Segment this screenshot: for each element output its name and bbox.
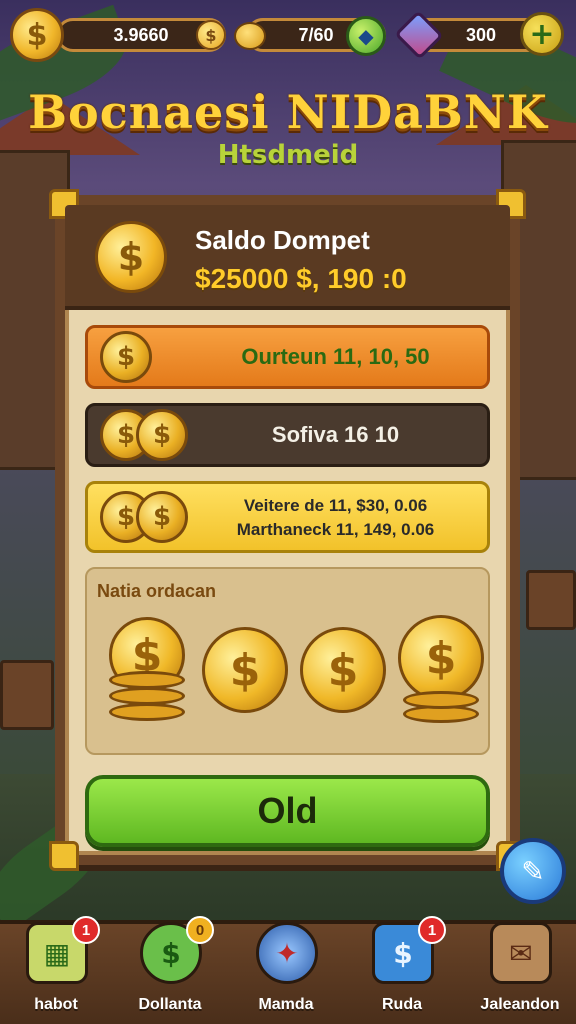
crate (526, 570, 576, 630)
coin-icon: $ (202, 627, 288, 713)
nav-glyph: ▦ (43, 936, 71, 970)
notification-badge: 1 (72, 916, 100, 944)
balance-row-orange[interactable]: $ Ourteun 11, 10, 50 (85, 325, 490, 389)
coin-option-stack[interactable]: $ (101, 615, 193, 725)
wallet-header: $ Saldo Dompet $25000 $, 190 :0 (65, 205, 510, 310)
coins-value: 3.9660 (113, 24, 169, 45)
plus-icon: + (529, 16, 555, 52)
nav-label: Ruda (382, 996, 422, 1013)
row-line-2: Marthaneck 11, 149, 0.06 (236, 520, 435, 539)
ok-button[interactable]: Old (85, 775, 490, 847)
gem-green-icon[interactable]: ◆ (346, 16, 386, 56)
nav-label: habot (34, 996, 78, 1013)
wallet-coin-icon: $ (95, 221, 167, 293)
coin-icon: $ (100, 331, 152, 383)
coin-icon: $ (136, 491, 188, 543)
nav-glyph: ✉ (509, 936, 533, 970)
envelope-icon: ✉ (490, 922, 552, 984)
coin-stack-layer (109, 687, 185, 705)
add-currency-button[interactable]: + (520, 12, 564, 56)
dollar-coin-icon: $ (10, 8, 64, 62)
coin-option-single[interactable]: $ (297, 615, 389, 725)
coin-symbol: $ (117, 235, 145, 279)
feather-icon: ✦ (256, 922, 318, 984)
resource-bar: 3.9660 $ $ 7/60 ◆ 300 + (6, 6, 570, 62)
coin-stack-layer (403, 691, 479, 709)
balance-row-yellow[interactable]: $ $ Veitere de 11, $30, 0.06 Marthaneck … (85, 481, 490, 553)
game-subtitle: Htsdmeid (217, 140, 359, 170)
wallet-label: Saldo Dompet (195, 225, 370, 255)
nav-label: Mamda (258, 996, 314, 1013)
wallet-panel: $ Saldo Dompet $25000 $, 190 :0 $ Ourteu… (49, 189, 526, 871)
wallet-amount: $25000 $, 190 :0 (195, 263, 407, 294)
gold-pile-icon (234, 22, 266, 50)
bottom-nav: ▦ 1 habot $ 0 Dollanta ✦ Mamda $ 1 Ruda … (0, 916, 576, 1024)
balance-row-dark[interactable]: $ $ Sofiva 16 10 (85, 403, 490, 467)
coin-icon: $ (136, 409, 188, 461)
coin-options-section: Natia ordacan $ $ $ $ (85, 567, 490, 755)
gold-value: 7/60 (298, 24, 334, 45)
row-line-1: Veitere de 11, $30, 0.06 (243, 496, 428, 515)
nav-item-ruda[interactable]: $ 1 Ruda (352, 916, 452, 1018)
nav-label: Jaleandon (480, 996, 560, 1013)
row-text: Ourteun 11, 10, 50 (241, 344, 430, 369)
coin-option-single[interactable]: $ (199, 615, 291, 725)
nav-glyph: $ (393, 936, 413, 970)
crate (0, 660, 54, 730)
nav-label: Dollanta (138, 996, 202, 1013)
nav-glyph: $ (161, 936, 181, 970)
notification-badge: 1 (418, 916, 446, 944)
section-label: Natia ordacan (97, 581, 217, 601)
panel-corner (49, 841, 79, 871)
nav-item-dollanta[interactable]: $ 0 Dollanta (120, 916, 220, 1018)
nav-item-habot[interactable]: ▦ 1 habot (6, 916, 106, 1018)
coin-icon: $ (196, 20, 226, 50)
game-title: Bocnaesi NIDaBNK (28, 85, 548, 139)
coin-icon: $ (398, 615, 484, 701)
notification-badge: 0 (186, 916, 214, 944)
row-text: Sofiva 16 10 (271, 422, 400, 447)
nav-glyph: ✦ (275, 936, 299, 970)
coin-stack-layer (109, 703, 185, 721)
coin-option-pile[interactable]: $ (395, 615, 487, 725)
row-text: Veitere de 11, $30, 0.06 Marthaneck 11, … (198, 494, 473, 542)
pencil-icon[interactable]: ✎ (500, 838, 566, 904)
gems-value: 300 (465, 24, 497, 45)
coin-stack-layer (109, 671, 185, 689)
nav-item-mamda[interactable]: ✦ Mamda (236, 922, 336, 1018)
coin-icon: $ (300, 627, 386, 713)
nav-item-jaleandon[interactable]: ✉ Jaleandon (470, 922, 570, 1018)
pencil-glyph: ✎ (521, 854, 545, 888)
